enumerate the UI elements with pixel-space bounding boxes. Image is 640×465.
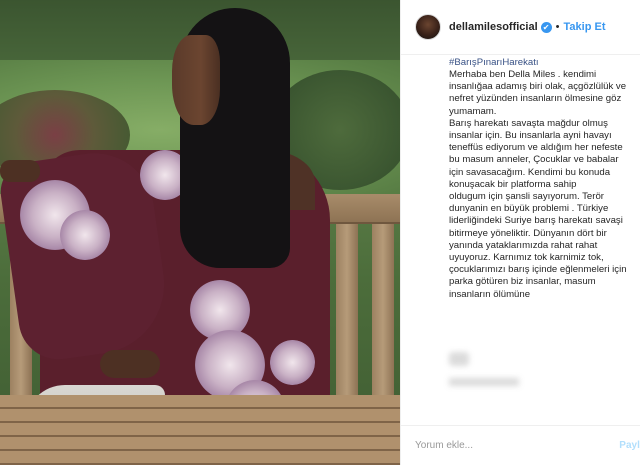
verified-badge-icon: ✔ <box>540 21 552 33</box>
person-arm <box>0 160 40 182</box>
avatar[interactable] <box>415 14 441 40</box>
hashtag-link[interactable]: #BarışPınarıHarekatı <box>449 57 635 69</box>
person-face <box>172 35 220 125</box>
comment-bar: Paylaş <box>401 425 640 465</box>
dress-flower <box>60 210 110 260</box>
caption-text: Merhaba ben Della Miles . kendimi insanl… <box>449 69 627 300</box>
bench-slat <box>336 224 358 404</box>
post-comment-button[interactable]: Paylaş <box>619 440 640 451</box>
post-caption: #BarışPınarıHarekatı Merhaba ben Della M… <box>449 56 635 346</box>
post-side-panel: dellamilesofficial ✔ • Takip Et #BarışPı… <box>400 0 640 465</box>
post-header: dellamilesofficial ✔ • Takip Et <box>401 0 640 55</box>
bench-slat <box>372 224 394 404</box>
blurred-actions-area <box>449 352 635 402</box>
header-separator: • <box>555 21 560 33</box>
person-hand <box>100 350 160 378</box>
instagram-post: dellamilesofficial ✔ • Takip Et #BarışPı… <box>0 0 640 465</box>
username-link[interactable]: dellamilesofficial <box>449 21 538 33</box>
bench-seat <box>0 395 400 465</box>
blurred-text <box>449 378 519 386</box>
dress-flower <box>270 340 315 385</box>
post-photo[interactable] <box>0 0 400 465</box>
follow-button[interactable]: Takip Et <box>564 21 606 33</box>
comment-input[interactable] <box>415 440 620 451</box>
blurred-icon <box>449 352 469 366</box>
